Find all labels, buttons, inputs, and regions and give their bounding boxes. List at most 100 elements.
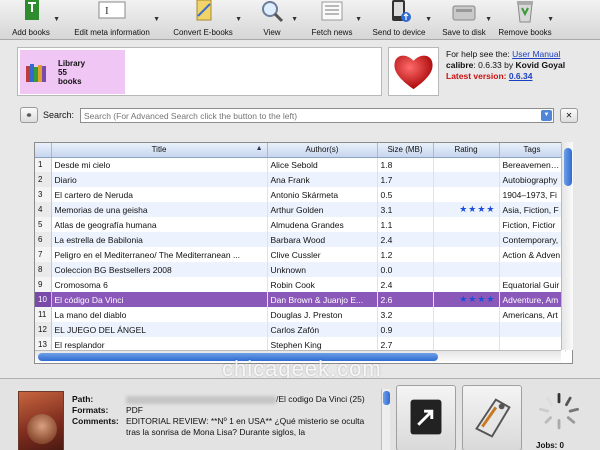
row-number[interactable]: 1 [35,157,52,172]
title-cell[interactable]: EL JUEGO DEL ÁNGEL [51,322,268,337]
author-cell[interactable]: Alice Sebold [267,157,378,172]
chevron-down-icon[interactable]: ▼ [541,110,552,121]
tags-cell[interactable]: Bereavement, C [499,157,566,172]
row-number[interactable]: 9 [35,277,52,292]
rating-cell[interactable]: ★★★★ [433,292,500,307]
table-row[interactable]: 11 La mano del diablo Douglas J. Preston 3.… [35,307,566,322]
author-cell[interactable]: Arthur Golden [267,202,378,217]
size-cell[interactable]: 3.1 [377,202,434,217]
table-row[interactable]: 6 La estrella de Babilonia Barbara Wood 2.4… [35,232,566,247]
row-number[interactable]: 5 [35,217,52,232]
size-cell[interactable]: 2.6 [377,292,434,307]
book-list[interactable]: Title ▲ Author(s) Size (MB) Rating Tags 1… [34,142,573,364]
row-number[interactable]: 8 [35,262,52,277]
title-cell[interactable]: Cromosoma 6 [51,277,268,292]
tags-cell[interactable]: Americans, Art [499,307,566,322]
row-number[interactable]: 10 [35,292,52,307]
author-cell[interactable]: Dan Brown & Juanjo E... [267,292,378,307]
title-cell[interactable]: El código Da Vinci [51,292,268,307]
chevron-down-icon[interactable]: ▼ [485,16,492,23]
remove-books-button[interactable]: Remove books ▼ [494,0,556,40]
author-cell[interactable]: Douglas J. Preston [267,307,378,322]
author-cell[interactable]: Almudena Grandes [267,217,378,232]
chevron-down-icon[interactable]: ▼ [53,16,60,23]
chevron-down-icon[interactable]: ▼ [547,16,554,23]
fetch-news-button[interactable]: Fetch news ▼ [300,0,364,40]
title-cell[interactable]: Peligro en el Mediterraneo/ The Mediterr… [51,247,268,262]
row-number[interactable]: 2 [35,172,52,187]
row-number[interactable]: 4 [35,202,52,217]
latest-version-link[interactable]: 0.6.34 [509,71,533,81]
edit-meta-button[interactable]: I Edit meta information ▼ [62,0,162,40]
rating-cell[interactable] [433,232,500,247]
size-cell[interactable]: 0.0 [377,262,434,277]
table-row[interactable]: 5 Atlas de geografía humana Almudena Grand… [35,217,566,232]
title-cell[interactable]: Memorias de una geisha [51,202,268,217]
chevron-down-icon[interactable]: ▼ [355,16,362,23]
size-cell[interactable]: 2.4 [377,277,434,292]
title-cell[interactable]: La estrella de Babilonia [51,232,268,247]
title-cell[interactable]: Desde mi cielo [51,157,268,172]
tags-cell[interactable]: Equatorial Guir [499,277,566,292]
column-header-author[interactable]: Author(s) [267,143,378,158]
convert-ebooks-button[interactable]: Convert E-books ▼ [162,0,244,40]
chevron-down-icon[interactable]: ▼ [425,16,432,23]
size-cell[interactable]: 3.2 [377,307,434,322]
formats-value[interactable]: PDF [126,405,378,416]
rating-cell[interactable] [433,217,500,232]
rating-cell[interactable] [433,262,500,277]
tags-cell[interactable]: Asia, Fiction, F [499,202,566,217]
author-cell[interactable]: Robin Cook [267,277,378,292]
send-to-device-button[interactable]: Send to device ▼ [364,0,434,40]
book-cover[interactable] [18,391,64,450]
details-scrollbar[interactable] [381,389,390,450]
scrollbar-thumb[interactable] [564,148,572,186]
tags-cell[interactable] [499,262,566,277]
table-row[interactable]: 8 Coleccion BG Bestsellers 2008 Unknown 0.0 [35,262,566,277]
chevron-down-icon[interactable]: ▼ [291,16,298,23]
author-cell[interactable]: Ana Frank [267,172,378,187]
row-number[interactable]: 11 [35,307,52,322]
rating-cell[interactable] [433,187,500,202]
chevron-down-icon[interactable]: ▼ [153,16,160,23]
author-cell[interactable]: Unknown [267,262,378,277]
open-containing-folder-button[interactable] [396,385,456,450]
tags-cell[interactable]: Action & Adven [499,247,566,262]
author-cell[interactable]: Antonio Skármeta [267,187,378,202]
table-row[interactable]: 9 Cromosoma 6 Robin Cook 2.4 Equatorial Guir [35,277,566,292]
title-cell[interactable]: El cartero de Neruda [51,187,268,202]
table-row[interactable]: 2 Diario Ana Frank 1.7 Autobiography [35,172,566,187]
size-cell[interactable]: 1.8 [377,157,434,172]
search-input[interactable] [80,108,554,123]
rating-cell[interactable] [433,247,500,262]
row-number[interactable]: 12 [35,322,52,337]
row-number[interactable]: 3 [35,187,52,202]
table-row[interactable]: 7 Peligro en el Mediterraneo/ The Mediter… [35,247,566,262]
view-button[interactable]: View ▼ [244,0,300,40]
jobs-indicator[interactable]: Jobs: 0 [530,387,590,450]
tags-cell[interactable]: 1904–1973, Fi [499,187,566,202]
title-cell[interactable]: Atlas de geografía humana [51,217,268,232]
size-cell[interactable]: 0.9 [377,322,434,337]
rating-cell[interactable] [433,157,500,172]
donate-button[interactable] [388,47,439,96]
column-header-size[interactable]: Size (MB) [377,143,434,158]
row-number[interactable]: 7 [35,247,52,262]
table-row[interactable]: 10 El código Da Vinci Dan Brown & Juanjo E… [35,292,566,307]
size-cell[interactable]: 1.2 [377,247,434,262]
rating-cell[interactable] [433,172,500,187]
column-header-tags[interactable]: Tags [499,143,566,158]
column-header-rating[interactable]: Rating [433,143,500,158]
tags-cell[interactable]: Contemporary, [499,232,566,247]
save-to-disk-button[interactable]: Save to disk ▼ [434,0,494,40]
author-cell[interactable]: Barbara Wood [267,232,378,247]
size-cell[interactable]: 0.5 [377,187,434,202]
author-cell[interactable]: Carlos Zafón [267,322,378,337]
table-row[interactable]: 3 El cartero de Neruda Antonio Skármeta 0.5… [35,187,566,202]
table-row[interactable]: 4 Memorias de una geisha Arthur Golden 3.1 ★… [35,202,566,217]
tag-editor-button[interactable] [462,385,522,450]
column-header-title[interactable]: Title ▲ [51,143,268,158]
rating-cell[interactable] [433,322,500,337]
title-cell[interactable]: La mano del diablo [51,307,268,322]
title-cell[interactable]: Diario [51,172,268,187]
